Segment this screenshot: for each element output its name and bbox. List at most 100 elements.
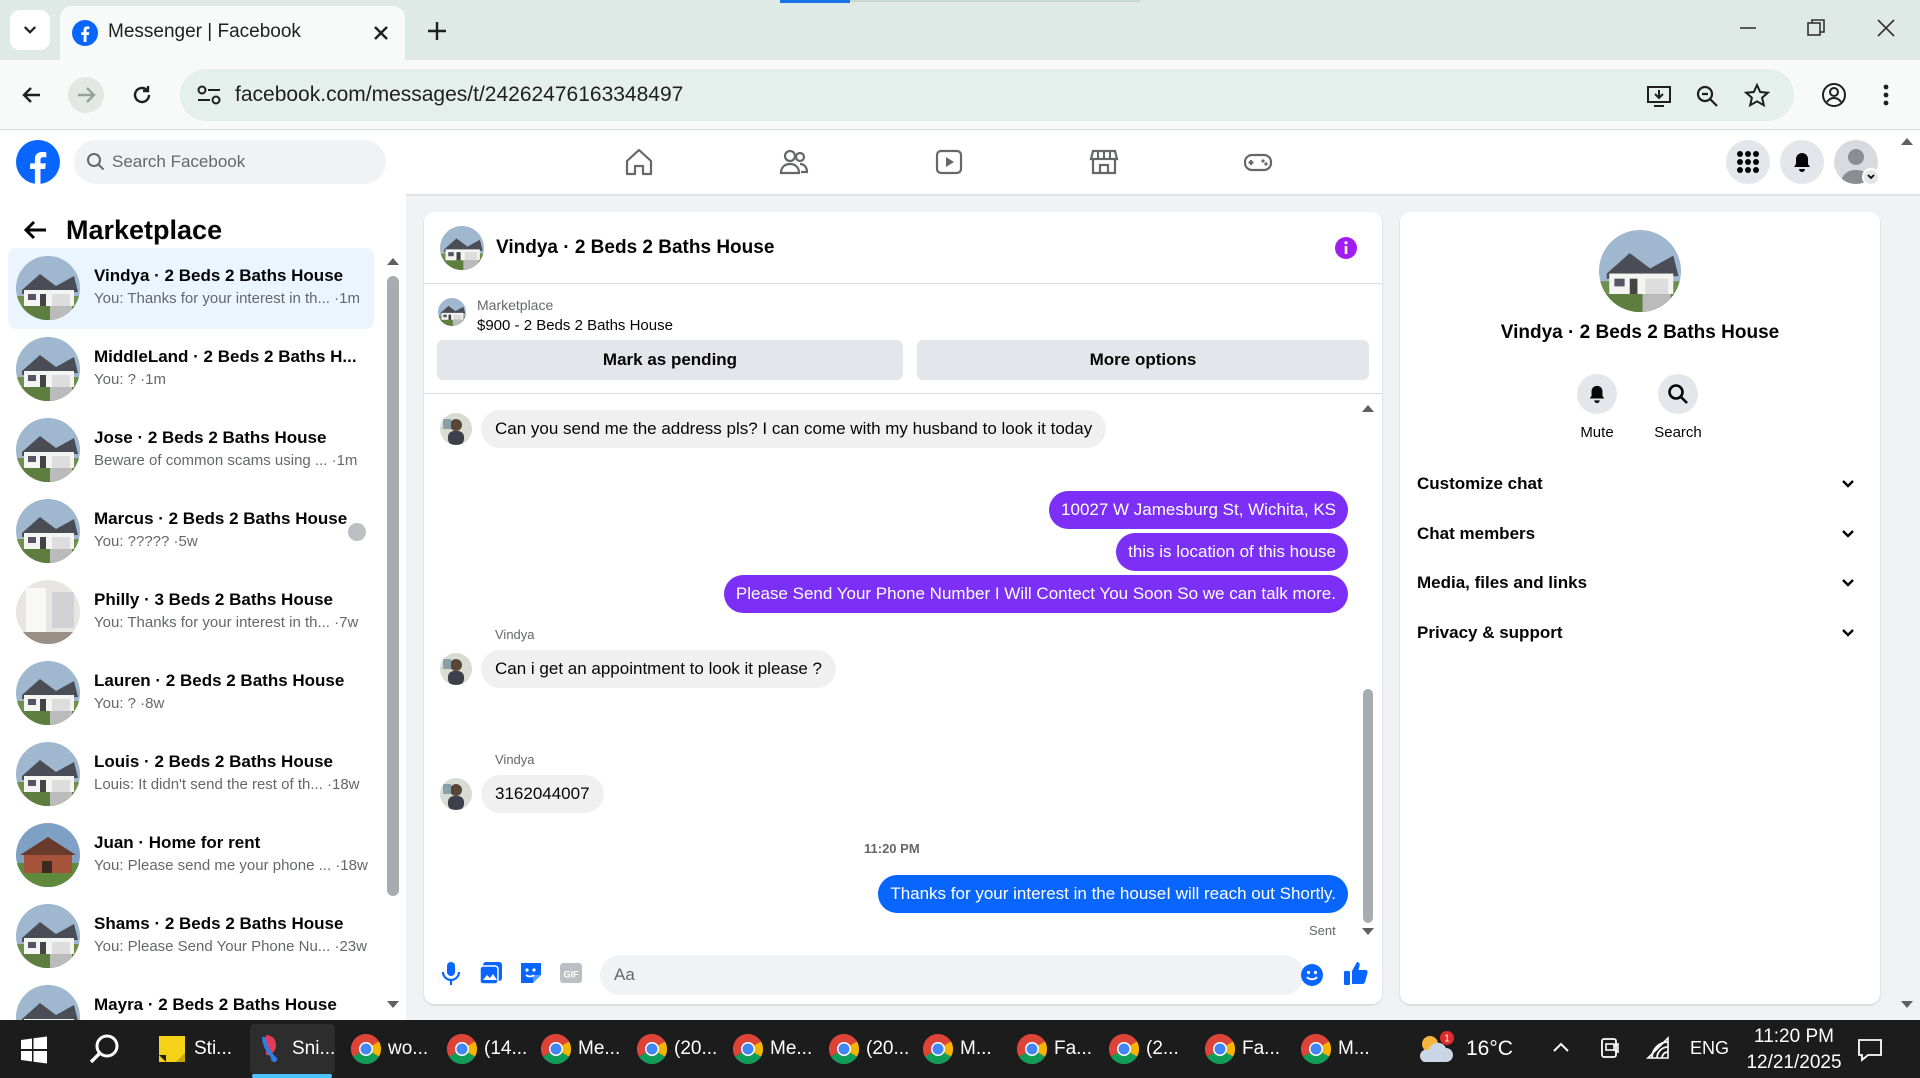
reload-button[interactable] (124, 77, 160, 113)
close-icon[interactable] (369, 21, 393, 45)
home-icon[interactable] (623, 146, 655, 178)
minimize-icon[interactable] (1738, 16, 1758, 40)
marketplace-icon[interactable] (1088, 146, 1120, 178)
gif-icon[interactable]: GIF (558, 960, 584, 986)
media-files-links-row[interactable]: Media, files and links (1408, 559, 1872, 607)
weather-cloudy-icon[interactable]: 1 (1414, 1030, 1456, 1068)
conversation-item[interactable]: Shams · 2 Beds 2 Baths House You: Please … (8, 896, 374, 977)
conversation-item[interactable]: Mayra · 2 Beds 2 Baths House (8, 977, 374, 1020)
video-icon[interactable] (933, 146, 965, 178)
chevron-up-icon[interactable] (1550, 1036, 1572, 1058)
message-input[interactable] (600, 955, 1304, 995)
customize-chat-row[interactable]: Customize chat (1408, 460, 1872, 508)
clock-time[interactable]: 11:20 PM (1744, 1026, 1844, 1048)
chat-avatar[interactable] (440, 226, 484, 270)
facebook-search-input[interactable] (112, 140, 372, 184)
address-bar[interactable]: facebook.com/messages/t/2426247616334849… (180, 69, 1794, 121)
zoom-icon[interactable] (1694, 83, 1720, 109)
windows-start-icon[interactable] (20, 1036, 48, 1064)
taskbar-app-snipping-tool[interactable]: Sni... (250, 1024, 336, 1074)
more-options-button[interactable]: More options (917, 340, 1369, 380)
thumbs-up-icon[interactable] (1342, 959, 1370, 987)
clock-date[interactable]: 12/21/2025 (1744, 1052, 1844, 1074)
conversation-item[interactable]: Louis · 2 Beds 2 Baths House Louis: It di… (8, 734, 374, 815)
taskbar-app-chrome[interactable]: Me... (536, 1024, 620, 1074)
info-icon[interactable] (1334, 236, 1358, 260)
input-language[interactable]: ENG (1690, 1038, 1729, 1059)
taskbar-app-chrome[interactable]: Fa... (1200, 1024, 1280, 1074)
conversation-item[interactable]: Marcus · 2 Beds 2 Baths House You: ????? … (8, 491, 374, 572)
incoming-message[interactable]: Can i get an appointment to look it plea… (481, 650, 836, 688)
wifi-icon[interactable] (1646, 1036, 1672, 1060)
conversation-item[interactable]: Jose · 2 Beds 2 Baths House Beware of com… (8, 410, 374, 491)
taskbar-app-chrome[interactable]: M... (918, 1024, 992, 1074)
thread-scrollbar-thumb[interactable] (1363, 689, 1373, 923)
incoming-message[interactable]: 3162044007 (481, 775, 604, 813)
outgoing-message[interactable]: Please Send Your Phone Number I Will Con… (723, 575, 1348, 613)
back-button[interactable] (14, 77, 50, 113)
mark-as-pending-button[interactable]: Mark as pending (437, 340, 903, 380)
bookmark-star-icon[interactable] (1744, 83, 1770, 109)
taskbar-app-chrome[interactable]: wo... (346, 1024, 428, 1074)
restore-icon[interactable] (1806, 18, 1826, 38)
outgoing-message[interactable]: 10027 W Jamesburg St, Wichita, KS (1049, 491, 1348, 529)
chat-title[interactable]: Vindya · 2 Beds 2 Baths House (496, 237, 774, 259)
taskbar-app-chrome[interactable]: (20... (824, 1024, 909, 1074)
list-scrollbar-thumb[interactable] (387, 276, 399, 896)
taskbar-app-chrome[interactable]: (2... (1104, 1024, 1179, 1074)
list-scroll-up-icon[interactable] (386, 256, 400, 266)
notifications-button[interactable] (1780, 140, 1824, 184)
account-caret[interactable] (1862, 168, 1880, 186)
taskbar-app-chrome[interactable]: Fa... (1012, 1024, 1092, 1074)
forward-button[interactable] (68, 77, 104, 113)
incoming-message[interactable]: Can you send me the address pls? I can c… (481, 410, 1107, 448)
conversation-avatar[interactable] (1599, 230, 1681, 312)
back-arrow-icon[interactable] (22, 216, 50, 244)
emoji-icon[interactable] (1300, 963, 1324, 987)
meet-now-icon[interactable] (1598, 1036, 1622, 1060)
outgoing-message[interactable]: Thanks for your interest in the houseI w… (878, 875, 1348, 913)
taskbar-app-chrome[interactable]: M... (1296, 1024, 1370, 1074)
conversation-item[interactable]: Lauren · 2 Beds 2 Baths House You: ? ·8w (8, 653, 374, 734)
sender-avatar[interactable] (440, 653, 472, 685)
sender-avatar[interactable] (440, 778, 472, 810)
taskbar-search-icon[interactable] (88, 1032, 122, 1066)
listing-thumbnail[interactable] (438, 298, 466, 326)
taskbar-app-chrome[interactable]: (20... (632, 1024, 717, 1074)
photo-gallery-icon[interactable] (478, 960, 504, 986)
privacy-support-row[interactable]: Privacy & support (1408, 609, 1872, 657)
list-scroll-down-icon[interactable] (386, 1000, 400, 1010)
site-settings-icon[interactable] (196, 83, 222, 107)
menu-button[interactable] (1726, 140, 1770, 184)
mute-button[interactable]: Mute (1557, 374, 1637, 441)
window-close-icon[interactable] (1874, 16, 1898, 40)
taskbar-app-chrome[interactable]: Me... (728, 1024, 812, 1074)
sticker-icon[interactable] (518, 960, 544, 986)
notification-center-icon[interactable] (1856, 1036, 1884, 1064)
browser-menu-button[interactable] (1868, 77, 1904, 113)
profile-button[interactable] (1816, 77, 1852, 113)
new-tab-plus-icon[interactable] (422, 16, 452, 46)
temperature[interactable]: 16°C (1466, 1037, 1513, 1061)
microphone-icon[interactable] (438, 960, 464, 986)
taskbar-app-sticky-notes[interactable]: Sti... (152, 1024, 232, 1074)
gaming-icon[interactable] (1242, 146, 1274, 178)
search-in-conversation-button[interactable]: Search (1638, 374, 1718, 441)
taskbar-app-chrome[interactable]: (14... (442, 1024, 527, 1074)
thread-scroll-up-icon[interactable] (1361, 403, 1375, 413)
listing-title[interactable]: $900 - 2 Beds 2 Baths House (477, 317, 673, 334)
friends-icon[interactable] (778, 146, 810, 178)
tab-search-button[interactable] (10, 10, 50, 50)
sender-avatar[interactable] (440, 413, 472, 445)
conversation-item[interactable]: Vindya · 2 Beds 2 Baths House You: Thanks… (8, 248, 374, 329)
thread-scroll-down-icon[interactable] (1361, 927, 1375, 937)
outgoing-message[interactable]: this is location of this house (1116, 533, 1348, 571)
facebook-logo-icon[interactable] (16, 140, 60, 184)
page-scroll-down-icon[interactable] (1900, 1000, 1914, 1010)
conversation-item[interactable]: MiddleLand · 2 Beds 2 Baths H... You: ? ·… (8, 329, 374, 410)
page-scroll-up-icon[interactable] (1900, 136, 1914, 146)
conversation-item[interactable]: Philly · 3 Beds 2 Baths House You: Thanks… (8, 572, 374, 653)
browser-tab-messenger[interactable]: Messenger | Facebook (60, 6, 405, 60)
chat-members-row[interactable]: Chat members (1408, 510, 1872, 558)
install-app-icon[interactable] (1646, 83, 1672, 109)
